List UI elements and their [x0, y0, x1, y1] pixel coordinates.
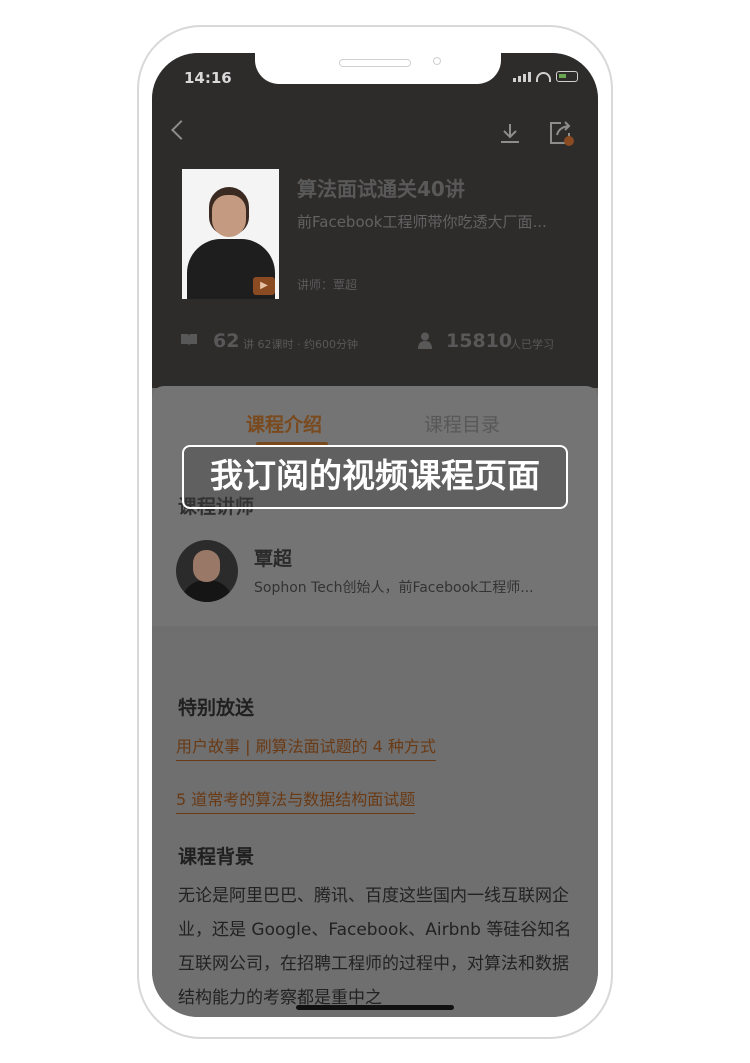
user-icon [418, 332, 432, 349]
course-title: 算法面试通关40讲 [297, 177, 465, 201]
battery-icon [556, 71, 578, 82]
wifi-icon [536, 71, 551, 82]
avatar[interactable] [176, 540, 238, 602]
course-cover-image[interactable]: ▶ [182, 169, 279, 299]
special-link-2[interactable]: 5 道常考的算法与数据结构面试题 [176, 786, 416, 814]
instructor-line: 讲师：覃超 [297, 278, 358, 292]
signal-icon [513, 71, 531, 82]
overlay-caption: 我订阅的视频课程页面 [182, 445, 568, 509]
status-icons [513, 71, 578, 82]
background-text: 无论是阿里巴巴、腾讯、百度这些国内一线互联网企业，还是 Google、Faceb… [178, 886, 572, 1008]
camera [433, 57, 441, 65]
book-icon [181, 334, 197, 346]
special-section-title: 特别放送 [178, 697, 255, 719]
lesson-count: 62 [213, 330, 240, 352]
tab-catalog[interactable]: 课程目录 [424, 410, 500, 437]
learner-unit: 人已学习 [510, 338, 554, 351]
download-icon[interactable] [498, 121, 522, 145]
back-icon[interactable] [171, 120, 191, 140]
video-badge-icon: ▶ [253, 277, 275, 295]
course-header: 14:16 ▶ 算法面试通关40讲 前Facebook工程师带你吃透大厂面...… [152, 53, 598, 388]
course-subtitle: 前Facebook工程师带你吃透大厂面... [297, 213, 547, 231]
learner-count: 15810 [446, 330, 513, 352]
tab-intro[interactable]: 课程介绍 [246, 410, 322, 437]
teacher-bio: Sophon Tech创始人，前Facebook工程师... [254, 580, 534, 596]
lesson-unit: 讲 62课时 · 约600分钟 [243, 338, 358, 351]
background-section-title: 课程背景 [178, 846, 255, 868]
status-time: 14:16 [184, 69, 232, 87]
phone-screen: 14:16 ▶ 算法面试通关40讲 前Facebook工程师带你吃透大厂面...… [152, 53, 598, 1017]
speaker [339, 59, 411, 67]
share-icon[interactable] [547, 119, 575, 147]
notch [255, 53, 501, 84]
home-indicator[interactable] [296, 1005, 454, 1010]
special-link-1[interactable]: 用户故事 | 刷算法面试题的 4 种方式 [176, 733, 436, 761]
course-stats: 62 讲 62课时 · 约600分钟 15810 人已学习 [180, 329, 590, 353]
teacher-name[interactable]: 覃超 [254, 544, 292, 571]
